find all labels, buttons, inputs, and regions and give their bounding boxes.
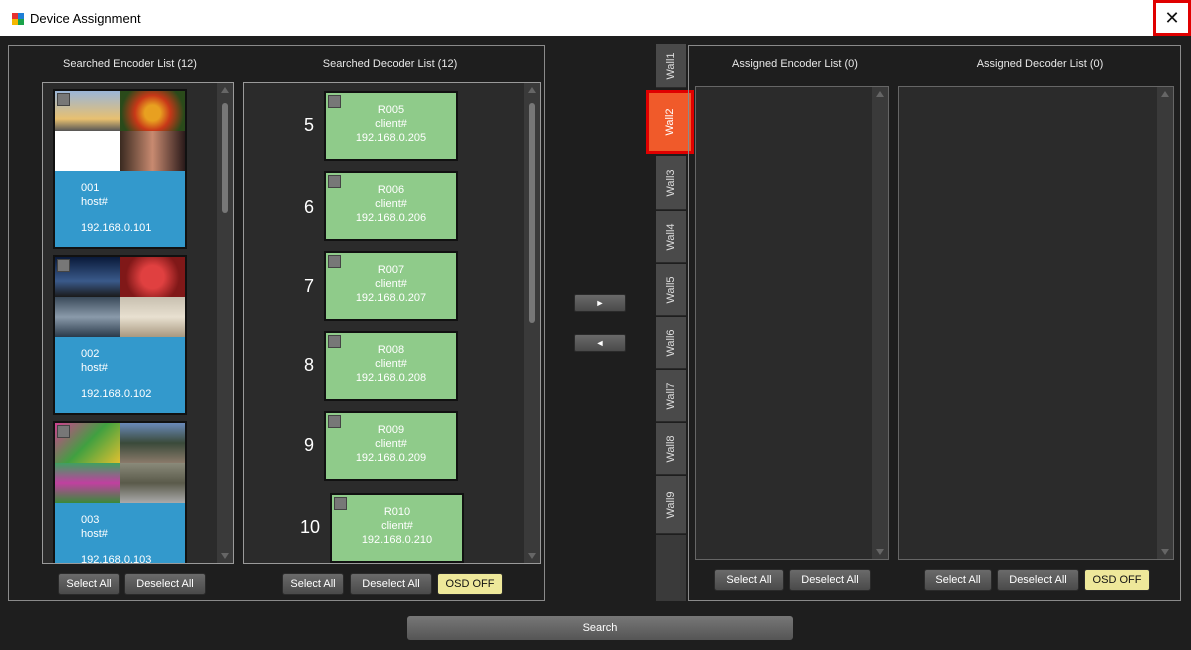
decoder-osd-toggle[interactable]: OSD OFF [437,573,503,595]
thumbnail-logo [87,145,89,151]
scroll-down-icon[interactable] [528,553,536,559]
decoder-list-title: Searched Decoder List (12) [322,58,458,70]
scroll-up-icon[interactable] [221,87,229,93]
encoder-info: 003 host# 192.168.0.103 [55,503,185,563]
scroll-down-icon[interactable] [1161,549,1169,555]
assigned-decoder-list[interactable] [898,86,1174,560]
decoder-checkbox[interactable] [328,95,341,108]
assigned-encoder-deselect-all-button[interactable]: Deselect All [789,569,871,591]
decoder-list[interactable]: 5 R005 client# 192.168.0.205 6 R006 clie… [243,82,541,564]
scroll-up-icon[interactable] [1161,91,1169,97]
encoder-thumbnail [55,257,185,337]
assigned-decoder-scrollbar[interactable] [1157,87,1173,559]
decoder-number: 7 [304,276,315,296]
decoder-item[interactable]: R008 client# 192.168.0.208 [324,331,458,401]
encoder-item-003[interactable]: 003 host# 192.168.0.103 [53,421,187,563]
encoder-thumbnail [55,91,185,171]
search-button[interactable]: Search [407,616,793,640]
assigned-decoder-osd-toggle[interactable]: OSD OFF [1084,569,1150,591]
tab-wall8[interactable]: Wall8 [656,423,686,475]
decoder-number: 6 [304,197,315,217]
scroll-up-icon[interactable] [876,91,884,97]
decoder-number: 9 [304,435,315,455]
decoder-deselect-all-button[interactable]: Deselect All [350,573,432,595]
scroll-up-icon[interactable] [528,87,536,93]
scrollbar-thumb[interactable] [529,103,535,323]
tab-wall2[interactable]: Wall2 [646,90,694,154]
window-title: Device Assignment [30,11,141,26]
encoder-list-title: Searched Encoder List (12) [63,58,197,70]
decoder-checkbox[interactable] [328,415,341,428]
assign-right-button[interactable]: ► [574,294,626,312]
encoder-scrollbar[interactable] [217,83,233,563]
scroll-down-icon[interactable] [221,553,229,559]
tab-wall3[interactable]: Wall3 [656,156,686,210]
encoder-checkbox[interactable] [57,93,70,106]
encoder-list[interactable]: 001 host# 192.168.0.101 002 host# 192.16… [42,82,234,564]
encoder-select-all-button[interactable]: Select All [58,573,120,595]
tab-wall5[interactable]: Wall5 [656,264,686,316]
title-bar: Device Assignment ✕ [0,0,1191,36]
decoder-item[interactable]: R006 client# 192.168.0.206 [324,171,458,241]
assigned-encoder-scrollbar[interactable] [872,87,888,559]
tab-wall6[interactable]: Wall6 [656,317,686,369]
tab-wall7[interactable]: Wall7 [656,370,686,422]
encoder-item-002[interactable]: 002 host# 192.168.0.102 [53,255,187,415]
tab-wall4[interactable]: Wall4 [656,211,686,263]
decoder-item[interactable]: R009 client# 192.168.0.209 [324,411,458,481]
scrollbar-thumb[interactable] [222,103,228,213]
assigned-encoder-select-all-button[interactable]: Select All [714,569,784,591]
encoder-deselect-all-button[interactable]: Deselect All [124,573,206,595]
encoder-checkbox[interactable] [57,259,70,272]
close-icon[interactable]: ✕ [1153,0,1191,36]
assigned-decoder-deselect-all-button[interactable]: Deselect All [997,569,1079,591]
decoder-number: 8 [304,355,315,375]
decoder-item[interactable]: R010 client# 192.168.0.210 [330,493,464,563]
decoder-number: 5 [304,115,315,135]
tab-wall9[interactable]: Wall9 [656,476,686,534]
decoder-checkbox[interactable] [328,175,341,188]
encoder-info: 001 host# 192.168.0.101 [55,171,185,247]
decoder-number: 10 [300,517,321,537]
app-icon [12,13,24,25]
assigned-encoder-list[interactable] [695,86,889,560]
assigned-encoder-title: Assigned Encoder List (0) [732,58,858,70]
tab-wall1[interactable]: Wall1 [656,44,686,88]
assigned-decoder-title: Assigned Decoder List (0) [976,58,1104,70]
unassign-left-button[interactable]: ◄ [574,334,626,352]
encoder-info: 002 host# 192.168.0.102 [55,337,185,413]
decoder-scrollbar[interactable] [524,83,540,563]
decoder-checkbox[interactable] [328,255,341,268]
encoder-thumbnail [55,423,185,503]
decoder-item[interactable]: R007 client# 192.168.0.207 [324,251,458,321]
scroll-down-icon[interactable] [876,549,884,555]
decoder-item[interactable]: R005 client# 192.168.0.205 [324,91,458,161]
decoder-select-all-button[interactable]: Select All [282,573,344,595]
decoder-checkbox[interactable] [334,497,347,510]
encoder-item-001[interactable]: 001 host# 192.168.0.101 [53,89,187,249]
decoder-checkbox[interactable] [328,335,341,348]
wall-tab-strip-bottom [656,535,686,601]
assigned-decoder-select-all-button[interactable]: Select All [924,569,992,591]
encoder-checkbox[interactable] [57,425,70,438]
